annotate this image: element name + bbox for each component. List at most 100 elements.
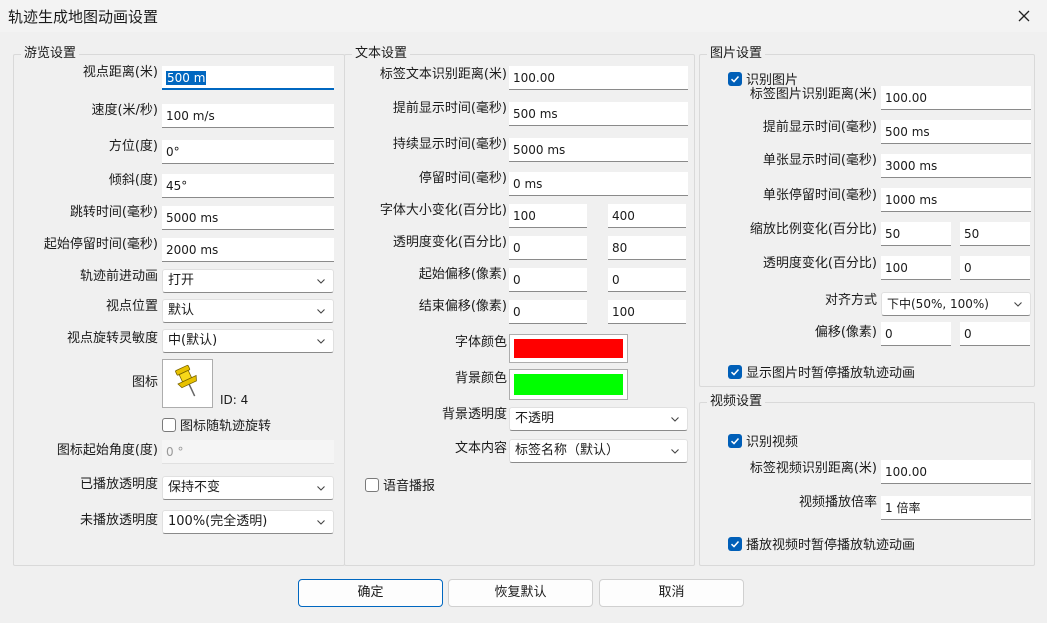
align-value: 下中(50%, 100%) <box>887 297 989 311</box>
chevron-down-icon <box>317 309 325 314</box>
browse-group-title: 游览设置 <box>21 45 80 63</box>
rot-sens-label: 视点旋转灵敏度 <box>66 331 158 346</box>
forward-anim-value: 打开 <box>168 273 195 288</box>
azimuth-input[interactable]: 0° <box>162 140 334 164</box>
distance-input[interactable]: 500 m <box>162 66 334 90</box>
start-offset-y-input[interactable]: 0 <box>608 268 686 292</box>
forward-anim-select[interactable]: 打开 <box>162 269 334 293</box>
video-recognize-checkbox[interactable]: 识别视频 <box>728 431 798 450</box>
image-rec-dist-label: 标签图片识别距离(米) <box>749 87 877 102</box>
font-color-swatch <box>514 339 623 358</box>
speed-input[interactable]: 100 m/s <box>162 104 334 128</box>
video-pause-checkbox[interactable]: 播放视频时暂停播放轨迹动画 <box>728 534 915 553</box>
video-rec-dist-input[interactable]: 100.00 <box>881 460 1031 484</box>
icon-rotate-box[interactable] <box>162 417 176 432</box>
close-button[interactable] <box>1001 0 1047 32</box>
forward-anim-label: 轨迹前进动画 <box>79 269 158 284</box>
text-opacity-label: 透明度变化(百分比) <box>392 235 507 250</box>
image-offset-x-input[interactable]: 0 <box>881 322 951 346</box>
title-bar: 轨迹生成地图动画设置 <box>0 0 1047 32</box>
voice-box[interactable] <box>365 477 379 492</box>
image-opacity-from-input[interactable]: 100 <box>881 256 951 280</box>
start-offset-label: 起始偏移(像素) <box>418 267 507 282</box>
icon-angle-label: 图标起始角度(度) <box>56 443 158 458</box>
reset-button[interactable]: 恢复默认 <box>448 579 593 607</box>
cancel-button[interactable]: 取消 <box>599 579 744 607</box>
end-offset-label: 结束偏移(像素) <box>418 299 507 314</box>
voice-checkbox[interactable]: 语音播报 <box>365 475 435 494</box>
text-advance-label: 提前显示时间(毫秒) <box>392 101 507 116</box>
text-group-title: 文本设置 <box>352 45 411 63</box>
bg-opacity-select[interactable]: 不透明 <box>509 407 688 431</box>
icon-picker[interactable] <box>162 359 213 408</box>
video-recognize-box[interactable] <box>728 433 742 448</box>
view-pos-select[interactable]: 默认 <box>162 299 334 323</box>
image-offset-y-input[interactable]: 0 <box>960 322 1030 346</box>
image-advance-input[interactable]: 500 ms <box>881 120 1031 144</box>
distance-value: 500 m <box>166 71 207 85</box>
start-stay-label: 起始停留时间(毫秒) <box>43 237 158 252</box>
text-content-label: 文本内容 <box>454 441 507 456</box>
played-opacity-label: 已播放透明度 <box>79 477 158 492</box>
image-recognize-box[interactable] <box>728 71 742 86</box>
start-offset-x-input[interactable]: 0 <box>509 268 587 292</box>
text-stay-input[interactable]: 0 ms <box>509 172 688 196</box>
align-select[interactable]: 下中(50%, 100%) <box>881 292 1031 316</box>
text-duration-input[interactable]: 5000 ms <box>509 138 688 162</box>
image-pause-checkbox[interactable]: 显示图片时暂停播放轨迹动画 <box>728 362 915 381</box>
font-color-picker[interactable] <box>509 334 628 363</box>
played-opacity-select[interactable]: 保持不变 <box>162 476 334 500</box>
icon-label: 图标 <box>131 375 158 390</box>
window-title: 轨迹生成地图动画设置 <box>8 8 159 26</box>
single-show-input[interactable]: 3000 ms <box>881 154 1031 178</box>
font-size-change-label: 字体大小变化(百分比) <box>379 203 507 218</box>
text-opacity-from-input[interactable]: 0 <box>509 236 587 260</box>
azimuth-label: 方位(度) <box>108 139 158 154</box>
image-rec-dist-input[interactable]: 100.00 <box>881 86 1031 110</box>
bg-opacity-label: 背景透明度 <box>441 407 507 422</box>
text-stay-label: 停留时间(毫秒) <box>418 171 507 186</box>
rot-sens-select[interactable]: 中(默认) <box>162 329 334 353</box>
text-content-value: 标签名称（默认） <box>515 443 620 458</box>
bg-color-picker[interactable] <box>509 369 628 400</box>
scale-from-input[interactable]: 50 <box>881 222 951 246</box>
chevron-down-icon <box>671 417 679 422</box>
single-stay-input[interactable]: 1000 ms <box>881 188 1031 212</box>
video-pause-box[interactable] <box>728 536 742 551</box>
text-rec-dist-label: 标签文本识别距离(米) <box>379 67 507 82</box>
end-offset-y-input[interactable]: 100 <box>608 300 686 324</box>
tilt-input[interactable]: 45° <box>162 174 334 198</box>
image-opacity-to-input[interactable]: 0 <box>960 256 1030 280</box>
align-label: 对齐方式 <box>824 293 877 308</box>
image-pause-box[interactable] <box>728 364 742 379</box>
scale-to-input[interactable]: 50 <box>960 222 1030 246</box>
checkmark-icon <box>730 437 740 445</box>
video-rec-dist-label: 标签视频识别距离(米) <box>749 461 877 476</box>
chevron-down-icon <box>317 279 325 284</box>
ok-button[interactable]: 确定 <box>298 579 443 607</box>
text-opacity-to-input[interactable]: 80 <box>608 236 686 260</box>
font-size-from-input[interactable]: 100 <box>509 204 587 228</box>
close-icon <box>1018 10 1030 22</box>
speed-label: 速度(米/秒) <box>91 103 158 118</box>
unplayed-opacity-select[interactable]: 100%(完全透明) <box>162 510 334 534</box>
video-rate-input[interactable]: 1 倍率 <box>881 496 1031 520</box>
view-pos-value: 默认 <box>168 303 195 318</box>
pushpin-icon <box>175 364 197 397</box>
single-show-label: 单张显示时间(毫秒) <box>762 153 877 168</box>
start-stay-input[interactable]: 2000 ms <box>162 238 334 262</box>
unplayed-opacity-label: 未播放透明度 <box>79 513 158 528</box>
text-advance-input[interactable]: 500 ms <box>509 102 688 126</box>
chevron-down-icon <box>671 449 679 454</box>
font-size-to-input[interactable]: 400 <box>608 204 686 228</box>
text-rec-dist-input[interactable]: 100.00 <box>509 66 688 90</box>
jump-time-label: 跳转时间(毫秒) <box>69 205 158 220</box>
bg-color-label: 背景颜色 <box>454 371 507 386</box>
text-content-select[interactable]: 标签名称（默认） <box>509 439 688 463</box>
chevron-down-icon <box>317 339 325 344</box>
end-offset-x-input[interactable]: 0 <box>509 300 587 324</box>
text-duration-label: 持续显示时间(毫秒) <box>392 137 507 152</box>
jump-time-input[interactable]: 5000 ms <box>162 206 334 230</box>
chevron-down-icon <box>317 520 325 525</box>
icon-rotate-checkbox[interactable]: 图标随轨迹旋转 <box>162 415 271 434</box>
